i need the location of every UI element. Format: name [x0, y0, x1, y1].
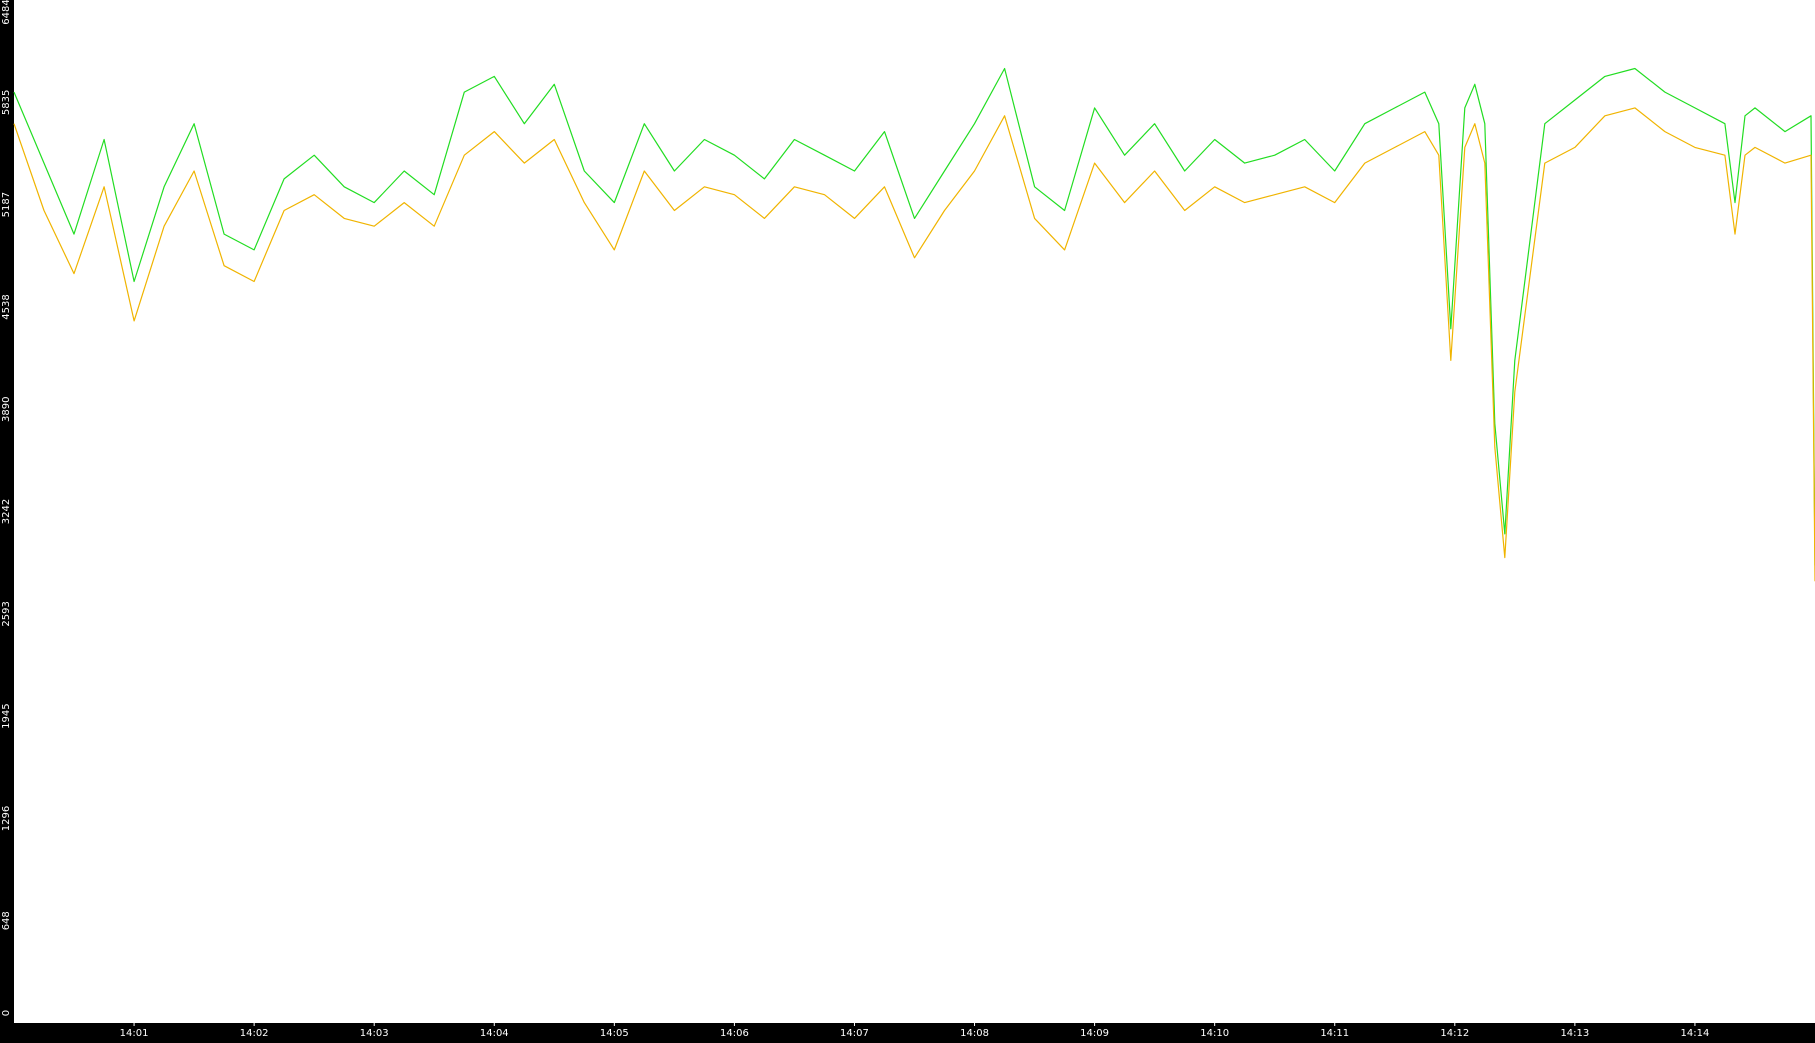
y-axis: 0 648 1296 1945 2593 3242 3890 4538 5187 5835 6484 [1, 0, 12, 1016]
y-tick-label: 3890 [1, 397, 12, 422]
y-tick-label: 4538 [1, 294, 12, 319]
plot-area [14, 0, 1815, 1023]
y-tick-label: 3242 [1, 499, 12, 524]
y-tick-label: 0 [1, 1010, 12, 1016]
x-tick-label: 14:04 [480, 1028, 509, 1039]
x-tick-label: 14:01 [120, 1028, 149, 1039]
x-tick-label: 14:13 [1560, 1028, 1589, 1039]
chart-container: 0 648 1296 1945 2593 3242 3890 4538 5187 5835 6484… [0, 0, 1815, 1039]
x-tick-label: 14:12 [1440, 1028, 1469, 1039]
y-tick-label: 5835 [1, 90, 12, 115]
line-chart: 0 648 1296 1945 2593 3242 3890 4538 5187 5835 6484… [1, 0, 1815, 1039]
x-axis: 14:01 14:02 14:03 14:04 14:05 14:06 14:07 14:08… [120, 1023, 1710, 1039]
x-tick-label: 14:03 [360, 1028, 389, 1039]
x-tick-label: 14:05 [600, 1028, 629, 1039]
x-tick-label: 14:06 [720, 1028, 749, 1039]
y-tick-label: 5187 [1, 192, 12, 217]
x-tick-label: 14:10 [1200, 1028, 1229, 1039]
x-tick-label: 14:08 [960, 1028, 989, 1039]
y-tick-label: 2593 [1, 601, 12, 626]
x-tick-label: 14:02 [240, 1028, 269, 1039]
x-tick-label: 14:07 [840, 1028, 869, 1039]
x-tick-label: 14:11 [1320, 1028, 1349, 1039]
y-tick-label: 1296 [1, 806, 12, 831]
y-tick-label: 648 [1, 911, 12, 930]
y-tick-label: 6484 [1, 0, 12, 25]
x-tick-label: 14:14 [1681, 1028, 1710, 1039]
x-tick-label: 14:09 [1080, 1028, 1109, 1039]
y-tick-label: 1945 [1, 703, 12, 728]
